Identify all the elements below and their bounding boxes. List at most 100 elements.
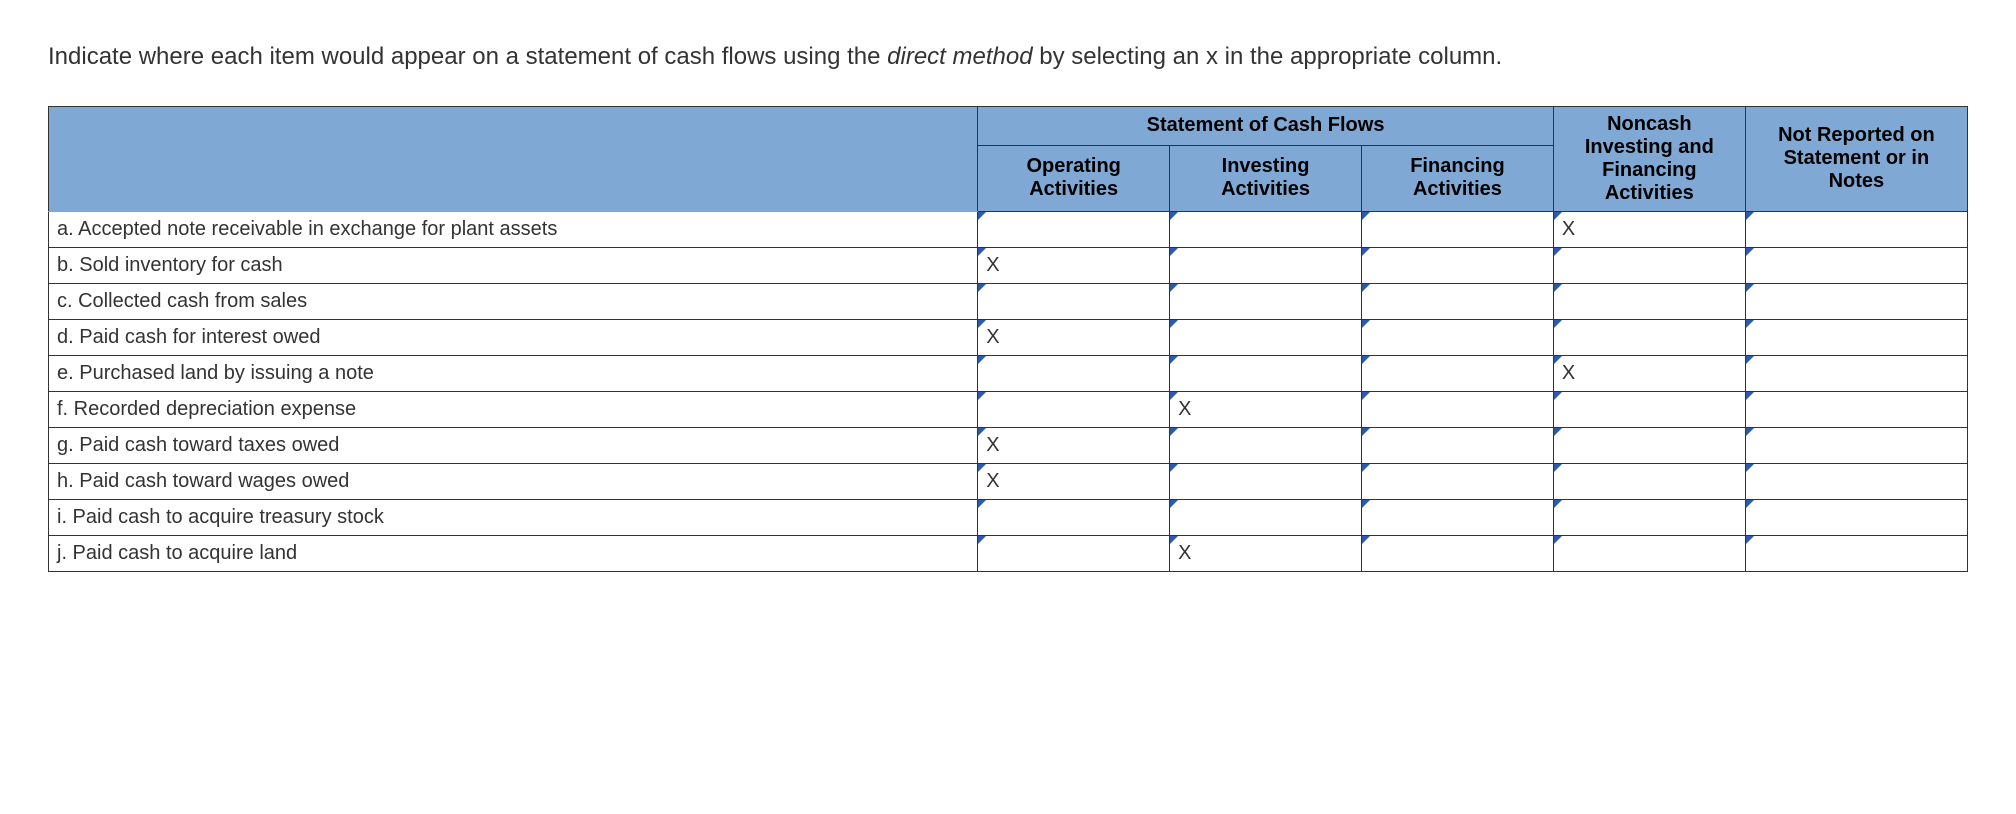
- answer-value: [1554, 547, 1745, 559]
- dropdown-marker-icon: [1746, 500, 1754, 508]
- answer-cell-notreported[interactable]: [1745, 391, 1967, 427]
- dropdown-marker-icon: [1554, 248, 1562, 256]
- answer-value: [1362, 475, 1553, 487]
- dropdown-marker-icon: [978, 248, 986, 256]
- dropdown-marker-icon: [1554, 536, 1562, 544]
- answer-cell-financing[interactable]: [1362, 319, 1554, 355]
- answer-cell-noncash[interactable]: X: [1553, 211, 1745, 247]
- answer-cell-investing[interactable]: [1170, 247, 1362, 283]
- answer-value: [1362, 547, 1553, 559]
- table-row: d. Paid cash for interest owedX: [49, 319, 1968, 355]
- answer-cell-financing[interactable]: [1362, 283, 1554, 319]
- dropdown-marker-icon: [1170, 392, 1178, 400]
- answer-cell-operating[interactable]: [978, 391, 1170, 427]
- item-label: j. Paid cash to acquire land: [49, 535, 978, 571]
- answer-value: [978, 547, 1169, 559]
- answer-cell-financing[interactable]: [1362, 499, 1554, 535]
- answer-cell-operating[interactable]: [978, 211, 1170, 247]
- header-group-statement: Statement of Cash Flows: [978, 106, 1554, 146]
- answer-cell-investing[interactable]: [1170, 427, 1362, 463]
- dropdown-marker-icon: [1170, 356, 1178, 364]
- answer-cell-operating[interactable]: X: [978, 463, 1170, 499]
- answer-cell-operating[interactable]: X: [978, 427, 1170, 463]
- dropdown-marker-icon: [978, 356, 986, 364]
- dropdown-marker-icon: [978, 212, 986, 220]
- dropdown-marker-icon: [1746, 392, 1754, 400]
- answer-value: [1746, 295, 1967, 307]
- dropdown-marker-icon: [1170, 212, 1178, 220]
- answer-cell-noncash[interactable]: [1553, 391, 1745, 427]
- header-blank: [49, 106, 978, 211]
- answer-cell-noncash[interactable]: X: [1553, 355, 1745, 391]
- answer-cell-investing[interactable]: X: [1170, 535, 1362, 571]
- dropdown-marker-icon: [1746, 320, 1754, 328]
- answer-value: [1362, 223, 1553, 235]
- answer-cell-financing[interactable]: [1362, 535, 1554, 571]
- answer-value: [978, 223, 1169, 235]
- answer-cell-investing[interactable]: [1170, 499, 1362, 535]
- table-row: h. Paid cash toward wages owedX: [49, 463, 1968, 499]
- answer-cell-noncash[interactable]: [1553, 319, 1745, 355]
- answer-cell-investing[interactable]: [1170, 355, 1362, 391]
- answer-cell-investing[interactable]: [1170, 319, 1362, 355]
- table-row: a. Accepted note receivable in exchange …: [49, 211, 1968, 247]
- answer-cell-notreported[interactable]: [1745, 427, 1967, 463]
- answer-cell-notreported[interactable]: [1745, 211, 1967, 247]
- answer-cell-financing[interactable]: [1362, 463, 1554, 499]
- answer-cell-notreported[interactable]: [1745, 463, 1967, 499]
- answer-cell-notreported[interactable]: [1745, 283, 1967, 319]
- answer-cell-noncash[interactable]: [1553, 463, 1745, 499]
- answer-value: X: [1554, 356, 1745, 391]
- answer-value: [1554, 475, 1745, 487]
- answer-cell-notreported[interactable]: [1745, 247, 1967, 283]
- answer-cell-investing[interactable]: [1170, 463, 1362, 499]
- answer-cell-noncash[interactable]: [1553, 283, 1745, 319]
- answer-cell-operating[interactable]: X: [978, 247, 1170, 283]
- answer-cell-operating[interactable]: X: [978, 319, 1170, 355]
- answer-value: X: [978, 464, 1169, 499]
- item-label: f. Recorded depreciation expense: [49, 391, 978, 427]
- answer-value: [1554, 331, 1745, 343]
- dropdown-marker-icon: [978, 320, 986, 328]
- answer-value: X: [1554, 212, 1745, 247]
- answer-cell-investing[interactable]: X: [1170, 391, 1362, 427]
- answer-cell-noncash[interactable]: [1553, 247, 1745, 283]
- answer-cell-notreported[interactable]: [1745, 319, 1967, 355]
- dropdown-marker-icon: [978, 500, 986, 508]
- answer-cell-notreported[interactable]: [1745, 499, 1967, 535]
- dropdown-marker-icon: [1362, 464, 1370, 472]
- answer-value: [1746, 547, 1967, 559]
- dropdown-marker-icon: [1170, 284, 1178, 292]
- answer-cell-notreported[interactable]: [1745, 355, 1967, 391]
- answer-cell-operating[interactable]: [978, 283, 1170, 319]
- dropdown-marker-icon: [1362, 212, 1370, 220]
- answer-cell-operating[interactable]: [978, 535, 1170, 571]
- answer-value: [1170, 511, 1361, 523]
- header-notreported: Not Reported on Statement or in Notes: [1745, 106, 1967, 211]
- answer-cell-financing[interactable]: [1362, 247, 1554, 283]
- dropdown-marker-icon: [978, 428, 986, 436]
- dropdown-marker-icon: [1746, 356, 1754, 364]
- answer-value: [1554, 259, 1745, 271]
- answer-cell-noncash[interactable]: [1553, 499, 1745, 535]
- answer-cell-financing[interactable]: [1362, 427, 1554, 463]
- dropdown-marker-icon: [978, 464, 986, 472]
- answer-cell-financing[interactable]: [1362, 391, 1554, 427]
- answer-cell-operating[interactable]: [978, 499, 1170, 535]
- answer-value: X: [978, 248, 1169, 283]
- answer-cell-investing[interactable]: [1170, 211, 1362, 247]
- dropdown-marker-icon: [1746, 284, 1754, 292]
- answer-cell-notreported[interactable]: [1745, 535, 1967, 571]
- answer-value: [1554, 295, 1745, 307]
- answer-cell-noncash[interactable]: [1553, 535, 1745, 571]
- dropdown-marker-icon: [1362, 320, 1370, 328]
- answer-value: [1746, 403, 1967, 415]
- answer-cell-noncash[interactable]: [1553, 427, 1745, 463]
- table-row: i. Paid cash to acquire treasury stock: [49, 499, 1968, 535]
- answer-cell-financing[interactable]: [1362, 211, 1554, 247]
- answer-cell-investing[interactable]: [1170, 283, 1362, 319]
- answer-cell-operating[interactable]: [978, 355, 1170, 391]
- answer-cell-financing[interactable]: [1362, 355, 1554, 391]
- answer-value: X: [978, 320, 1169, 355]
- answer-value: [1362, 367, 1553, 379]
